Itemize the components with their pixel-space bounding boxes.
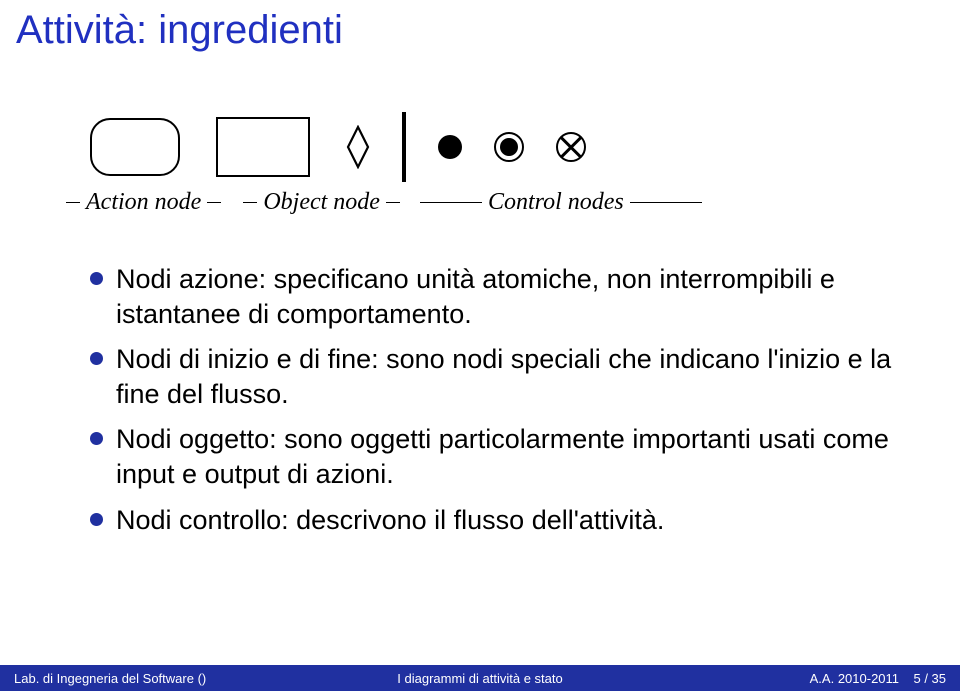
list-item: Nodi controllo: descrivono il flusso del…	[90, 503, 920, 538]
labels-row: Action node Object node Control nodes	[0, 189, 960, 216]
object-label: Object node	[257, 189, 386, 216]
initial-node-icon	[438, 135, 462, 159]
object-node-shape	[216, 115, 310, 179]
diagram-row	[0, 115, 960, 179]
list-item: Nodi azione: specificano unità atomiche,…	[90, 262, 920, 332]
control-label: Control nodes	[482, 189, 630, 216]
list-item: Nodi di inizio e di fine: sono nodi spec…	[90, 342, 920, 412]
flow-final-icon	[556, 132, 586, 162]
footer-bar: Lab. di Ingegneria del Software () I dia…	[0, 665, 960, 691]
footer-left: Lab. di Ingegneria del Software ()	[0, 671, 325, 686]
list-item: Nodi oggetto: sono oggetti particolarmen…	[90, 422, 920, 492]
final-node-icon	[494, 132, 524, 162]
bullet-list: Nodi azione: specificano unità atomiche,…	[0, 262, 960, 538]
control-nodes-group	[346, 115, 586, 179]
slide-title: Attività: ingredienti	[0, 0, 960, 53]
footer-center: I diagrammi di attività e stato	[325, 671, 636, 686]
fork-bar-icon	[402, 112, 406, 182]
footer-right: A.A. 2010-2011 5 / 35	[635, 671, 960, 686]
action-label: Action node	[80, 189, 207, 216]
decision-icon	[346, 125, 370, 169]
action-node-shape	[90, 115, 180, 179]
